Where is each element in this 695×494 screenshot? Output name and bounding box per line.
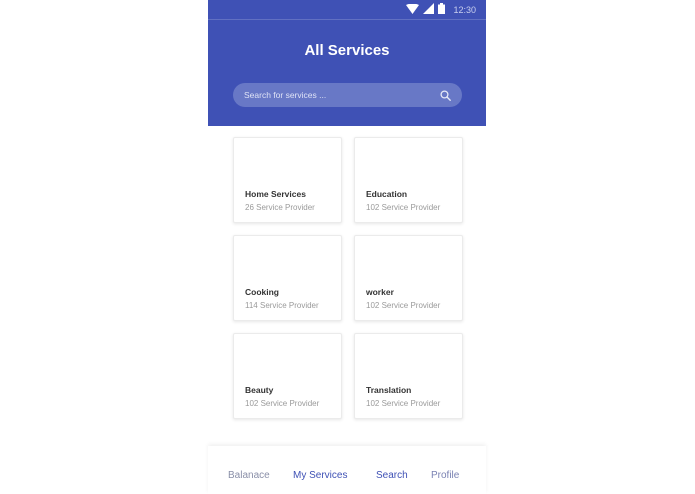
service-name: Education [366,189,408,199]
service-card-beauty[interactable]: Beauty 102 Service Provider [233,333,342,419]
service-name: Cooking [245,287,279,297]
page-title: All Services [304,42,390,59]
nav-search[interactable]: Search [376,470,408,481]
service-card-worker[interactable]: worker 102 Service Provider [354,235,463,321]
search-bar[interactable] [233,83,462,107]
status-bar: 12:30 [208,0,486,20]
battery-icon [438,1,446,19]
service-card-home-services[interactable]: Home Services 26 Service Provider [233,137,342,223]
service-card-translation[interactable]: Translation 102 Service Provider [354,333,463,419]
nav-balance[interactable]: Balanace [228,470,270,481]
search-icon[interactable] [439,89,451,101]
service-name: Home Services [245,189,306,199]
nav-profile[interactable]: Profile [431,470,459,481]
signal-icon [423,1,435,19]
service-provider-count: 114 Service Provider [245,301,319,310]
status-icons: 12:30 [406,3,476,17]
service-name: worker [366,287,394,297]
service-provider-count: 102 Service Provider [366,203,441,212]
service-provider-count: 102 Service Provider [366,399,441,408]
service-card-education[interactable]: Education 102 Service Provider [354,137,463,223]
app-screen: 12:30 All Services Home Services 26 Serv… [208,0,486,494]
service-provider-count: 102 Service Provider [366,301,441,310]
service-provider-count: 102 Service Provider [245,399,320,408]
nav-my-services[interactable]: My Services [293,470,347,481]
header: 12:30 All Services [208,0,486,126]
service-name: Beauty [245,385,274,395]
search-input[interactable] [244,90,439,100]
service-card-cooking[interactable]: Cooking 114 Service Provider [233,235,342,321]
wifi-icon [406,1,420,19]
service-name: Translation [366,385,412,395]
status-time: 12:30 [453,5,476,15]
bottom-nav: Balanace My Services Search Profile [208,446,486,494]
services-grid: Home Services 26 Service Provider Educat… [233,137,463,419]
service-provider-count: 26 Service Provider [245,203,315,212]
